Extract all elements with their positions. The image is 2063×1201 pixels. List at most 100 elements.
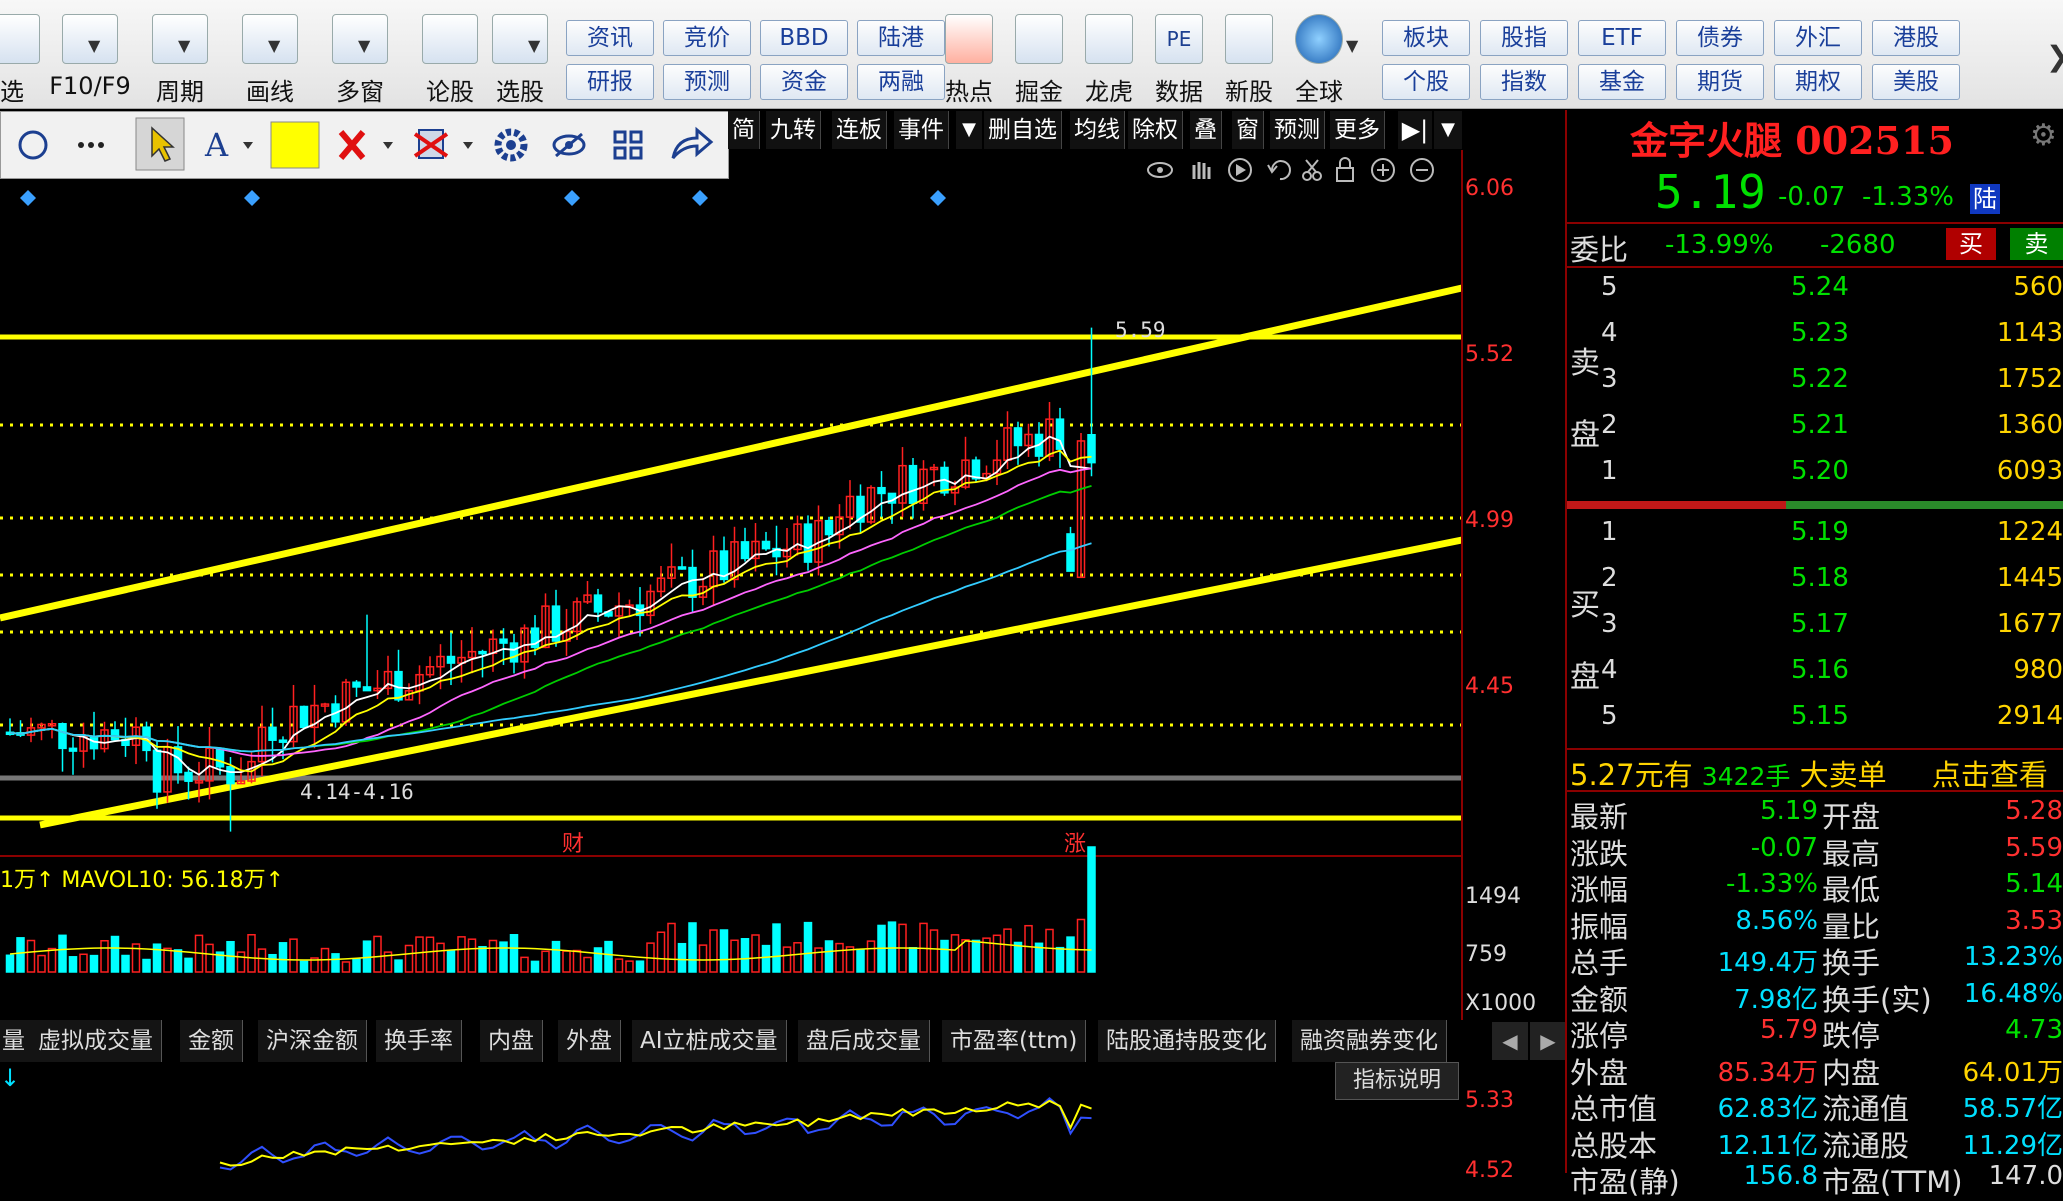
toolbar-button-3-1[interactable]: 两融 [857,64,945,100]
chart-tab-2[interactable]: 连板 [832,111,887,149]
tool-dropdown-icon[interactable]: ▼ [528,36,540,55]
info-diamond-icon[interactable] [20,190,36,206]
bottom-tab-10[interactable]: 陆股通持股变化 [1098,1020,1276,1062]
candle-body[interactable] [446,655,456,664]
chart-tab-3[interactable]: 事件 [894,111,949,149]
lock-icon[interactable] [1336,157,1354,182]
bottom-tab-2[interactable]: 金额 [180,1020,243,1062]
big-order-link[interactable]: 点击查看 [1932,758,2048,788]
candle-body[interactable] [110,729,120,741]
toolbar-tool-6[interactable]: 选股 [478,14,562,106]
toolbar-button-2-0[interactable]: BBD [760,20,848,56]
tabs-menu-dropdown-icon[interactable]: ▼ [956,111,982,149]
tabs-dropdown-icon[interactable]: ▼ [1434,111,1462,149]
candle-body[interactable] [761,540,771,550]
candle-body[interactable] [1087,434,1096,464]
feature-tool-5[interactable]: 全球 [1284,14,1354,106]
more-shapes-icon[interactable] [78,142,104,148]
toolbar-button-0-0[interactable]: 资讯 [566,20,654,56]
feature-tool-3[interactable]: PE 数据 [1144,14,1214,106]
tool-dropdown-icon[interactable]: ▼ [268,36,280,55]
candle-body[interactable] [803,523,813,563]
market-button-3-0[interactable]: 债券 [1676,20,1764,56]
toolbar-tool-0[interactable]: 选 [0,14,54,106]
market-button-0-1[interactable]: 个股 [1382,64,1470,100]
bottom-tab-next-icon[interactable]: ▶ [1530,1022,1566,1060]
event-marker-zhang[interactable]: 涨 [1064,826,1086,858]
market-button-1-0[interactable]: 股指 [1480,20,1568,56]
big-order-alert[interactable]: 5.27元有 3422手 大卖单 点击查看 [1570,752,2063,788]
market-button-4-1[interactable]: 期权 [1774,64,1862,100]
candle-body[interactable] [908,464,918,504]
candle-body[interactable] [824,519,834,536]
indicator-help-button[interactable]: 指标说明 [1335,1062,1459,1100]
chart-tab-10[interactable]: 更多 [1330,111,1385,149]
market-button-2-1[interactable]: 基金 [1578,64,1666,100]
chart-tab-4[interactable]: 删自选 [984,111,1062,149]
chart-tab-0[interactable]: 简 [728,111,760,149]
sell-button[interactable]: 卖 [2010,228,2063,260]
chart-tab-9[interactable]: 预测 [1270,111,1325,149]
bottom-tab-9[interactable]: 市盈率(ttm) [942,1020,1087,1062]
event-marker-cai[interactable]: 财 [562,826,584,858]
candle-body[interactable] [299,705,309,729]
candle-body[interactable] [278,739,288,743]
market-button-0-0[interactable]: 板块 [1382,20,1470,56]
market-button-5-1[interactable]: 美股 [1872,64,1960,100]
feature-tool-0[interactable]: 热点 [934,14,1004,106]
bottom-tab-11[interactable]: 融资融券变化 [1292,1020,1447,1062]
bottom-tab-6[interactable]: 外盘 [558,1020,621,1062]
globe-dropdown-icon[interactable]: ▼ [1346,36,1358,55]
candle-body[interactable] [362,686,372,692]
candle-body[interactable] [68,747,78,752]
candle-body[interactable] [593,594,603,613]
toolbar-expand-icon[interactable]: ❯ [2046,40,2063,73]
candle-body[interactable] [152,749,162,793]
toolbar-button-0-1[interactable]: 研报 [566,64,654,100]
buy-button[interactable]: 买 [1946,228,1996,260]
info-diamond-icon[interactable] [692,190,708,206]
candle-body[interactable] [478,650,487,655]
chart-tab-8[interactable]: 窗 [1232,111,1264,149]
toolbar-tool-1[interactable]: F10/F9 [48,14,132,104]
panel-settings-gear-icon[interactable]: ⚙ [2030,118,2063,153]
toolbar-tool-2[interactable]: 周期 [138,14,222,106]
candle-body[interactable] [352,681,361,688]
bottom-tab-3[interactable]: 沪深金额 [258,1020,367,1062]
tabs-scroll-right-icon[interactable]: ▶| [1398,111,1432,149]
toolbar-button-2-1[interactable]: 资金 [760,64,848,100]
candle-body[interactable] [1013,427,1023,447]
toolbar-button-3-0[interactable]: 陆港 [857,20,945,56]
feature-tool-2[interactable]: 龙虎 [1074,14,1144,106]
lugang-tag[interactable]: 陆 [1970,184,2000,214]
candle-body[interactable] [677,566,687,570]
market-button-1-1[interactable]: 指数 [1480,64,1568,100]
tool-dropdown-icon[interactable]: ▼ [178,36,190,55]
bottom-tab-0[interactable]: 量 [0,1020,34,1062]
info-diamond-icon[interactable] [930,190,946,206]
candle-body[interactable] [509,642,519,663]
toolbar-button-1-0[interactable]: 竞价 [663,20,751,56]
play-icon[interactable] [1228,158,1252,182]
market-button-4-0[interactable]: 外汇 [1774,20,1862,56]
tool-dropdown-icon[interactable]: ▼ [358,36,370,55]
candle-body[interactable] [740,541,750,560]
toolbar-button-1-1[interactable]: 预测 [663,64,751,100]
toolbar-tool-4[interactable]: 多窗 [318,14,402,106]
candle-body[interactable] [688,566,697,598]
bottom-tab-1[interactable]: 虚拟成交量 [30,1020,162,1062]
scissors-icon[interactable] [1302,159,1322,181]
info-diamond-icon[interactable] [564,190,580,206]
bottom-tab-4[interactable]: 换手率 [376,1020,462,1062]
candle-body[interactable] [499,638,508,644]
market-button-3-1[interactable]: 期货 [1676,64,1764,100]
chart-tab-5[interactable]: 均线 [1070,111,1125,149]
pan-hand-icon[interactable] [1192,162,1211,179]
chart-tab-7[interactable]: 叠 [1190,111,1222,149]
channel-lower-trendline[interactable] [39,536,1463,829]
bottom-tab-prev-icon[interactable]: ◀ [1492,1022,1528,1060]
toolbar-tool-3[interactable]: 画线 [228,14,312,106]
chart-tab-1[interactable]: 九转 [766,111,821,149]
market-button-2-0[interactable]: ETF [1578,20,1666,56]
candle-body[interactable] [58,723,67,750]
